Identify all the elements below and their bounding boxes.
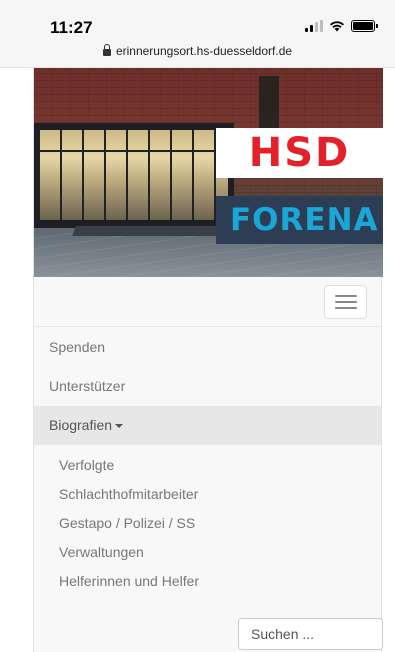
page-container: HSD FORENA Spenden Unterstützer Biografi…	[33, 68, 383, 652]
search-input[interactable]	[238, 618, 383, 650]
menu-item-biografien[interactable]: Biografien	[34, 406, 381, 445]
biografien-submenu: Verfolgte Schlachthofmitarbeiter Gestapo…	[34, 445, 381, 596]
menu-item-biografien-label: Biografien	[49, 417, 113, 433]
hsd-logo-text: HSD	[248, 130, 351, 176]
submenu-item-verfolgte[interactable]: Verfolgte	[34, 451, 381, 480]
signal-icon	[305, 20, 323, 32]
hamburger-menu-icon[interactable]	[324, 285, 367, 319]
battery-icon	[351, 20, 378, 32]
menu-item-spenden[interactable]: Spenden	[34, 328, 381, 367]
nav-menu: Spenden Unterstützer Biografien Verfolgt…	[34, 328, 381, 596]
wifi-icon	[330, 21, 344, 32]
header-image: HSD FORENA	[34, 68, 383, 277]
submenu-item-verwaltungen[interactable]: Verwaltungen	[34, 538, 381, 567]
lock-icon	[102, 44, 111, 56]
submenu-item-helferinnen[interactable]: Helferinnen und Helfer	[34, 567, 381, 596]
menu-item-unterstuetzer[interactable]: Unterstützer	[34, 367, 381, 406]
caret-down-icon	[115, 424, 124, 429]
submenu-item-schlachthofmitarbeiter[interactable]: Schlachthofmitarbeiter	[34, 480, 381, 509]
hsd-logo[interactable]: HSD	[216, 128, 383, 178]
navbar	[34, 277, 381, 327]
clock-time: 11:27	[50, 18, 93, 37]
submenu-item-gestapo[interactable]: Gestapo / Polizei / SS	[34, 509, 381, 538]
browser-status-bar: 11:27 erinnerungsort.hs-duesseldorf.de	[0, 0, 395, 68]
forena-logo-text: FORENA	[230, 202, 379, 238]
forena-logo[interactable]: FORENA	[216, 196, 383, 244]
url-text: erinnerungsort.hs-duesseldorf.de	[115, 44, 293, 58]
status-icons	[305, 20, 378, 32]
address-bar[interactable]: erinnerungsort.hs-duesseldorf.de	[0, 44, 395, 58]
